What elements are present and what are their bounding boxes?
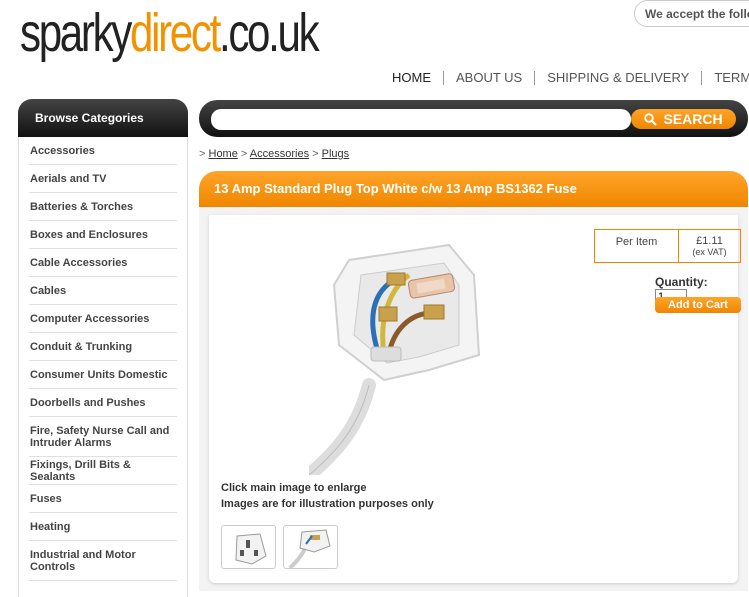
category-item-conduit-trunking[interactable]: Conduit & Trunking — [29, 333, 177, 361]
product-panel: Per Item £1.11 (ex VAT) Quantity: Add to… — [199, 207, 748, 591]
search-icon — [644, 112, 658, 126]
price-label: Per Item — [595, 230, 679, 262]
logo-part-sparky: sparky — [20, 3, 132, 63]
caption-illustration: Images are for illustration purposes onl… — [221, 498, 434, 510]
category-item-fuses[interactable]: Fuses — [29, 485, 177, 513]
breadcrumb: > Home > Accessories > Plugs — [199, 148, 349, 160]
category-item-fire-safety[interactable]: Fire, Safety Nurse Call and Intruder Ala… — [29, 417, 177, 457]
quantity-label: Quantity: — [655, 275, 708, 289]
category-item-boxes-enclosures[interactable]: Boxes and Enclosures — [29, 221, 177, 249]
thumbnail-image[interactable] — [283, 525, 338, 570]
category-list: Accessories Aerials and TV Batteries & T… — [18, 137, 188, 597]
nav-home[interactable]: HOME — [380, 71, 443, 85]
breadcrumb-plugs[interactable]: Plugs — [322, 148, 350, 160]
category-item-cable-accessories[interactable]: Cable Accessories — [29, 249, 177, 277]
category-item-cables[interactable]: Cables — [29, 277, 177, 305]
logo-part-direct: direct — [130, 3, 221, 63]
price-vat-note: (ex VAT) — [692, 247, 727, 257]
caption-enlarge: Click main image to enlarge — [221, 482, 367, 494]
category-item-batteries-torches[interactable]: Batteries & Torches — [29, 193, 177, 221]
breadcrumb-accessories[interactable]: Accessories — [250, 148, 309, 160]
category-item-aerials-tv[interactable]: Aerials and TV — [29, 165, 177, 193]
category-item-accessories[interactable]: Accessories — [29, 137, 177, 165]
thumbnail-image[interactable] — [221, 525, 276, 569]
top-navigation: HOME ABOUT US SHIPPING & DELIVERY TERM — [380, 70, 749, 86]
plug-front-thumbnail — [235, 533, 267, 565]
breadcrumb-separator: > — [312, 148, 319, 160]
image-caption: Click main image to enlarge Images are f… — [221, 480, 434, 512]
site-logo[interactable]: sparkydirect.co.uk — [20, 3, 320, 86]
search-button[interactable]: SEARCH — [631, 109, 736, 129]
price-box: Per Item £1.11 (ex VAT) — [594, 229, 741, 263]
product-panel-inner: Per Item £1.11 (ex VAT) Quantity: Add to… — [209, 215, 741, 583]
breadcrumb-home[interactable]: Home — [209, 148, 238, 160]
category-item-doorbells[interactable]: Doorbells and Pushes — [29, 389, 177, 417]
search-button-label: SEARCH — [663, 111, 723, 127]
nav-shipping-delivery[interactable]: SHIPPING & DELIVERY — [534, 71, 701, 85]
payment-accept-banner: We accept the follo — [634, 0, 749, 27]
category-item-consumer-units[interactable]: Consumer Units Domestic — [29, 361, 177, 389]
browse-categories-heading: Browse Categories — [18, 99, 188, 137]
plug-open-thumbnail — [288, 529, 331, 570]
product-title: 13 Amp Standard Plug Top White c/w 13 Am… — [199, 171, 748, 207]
category-item-industrial-motor[interactable]: Industrial and Motor Controls — [29, 541, 177, 581]
product-main-image[interactable] — [309, 235, 509, 475]
price-cell: £1.11 (ex VAT) — [679, 230, 740, 262]
search-input[interactable] — [211, 109, 631, 130]
breadcrumb-separator: > — [240, 148, 248, 160]
category-item-computer-accessories[interactable]: Computer Accessories — [29, 305, 177, 333]
nav-about-us[interactable]: ABOUT US — [443, 71, 534, 85]
nav-terms[interactable]: TERM — [701, 71, 749, 85]
price-value: £1.11 — [696, 235, 723, 247]
category-item-heating[interactable]: Heating — [29, 513, 177, 541]
search-bar: SEARCH — [199, 100, 748, 137]
add-to-cart-button[interactable]: Add to Cart — [655, 297, 741, 313]
category-item-fixings[interactable]: Fixings, Drill Bits & Sealants — [29, 457, 177, 485]
breadcrumb-separator: > — [199, 148, 206, 160]
logo-part-couk: .co.uk — [218, 3, 320, 63]
